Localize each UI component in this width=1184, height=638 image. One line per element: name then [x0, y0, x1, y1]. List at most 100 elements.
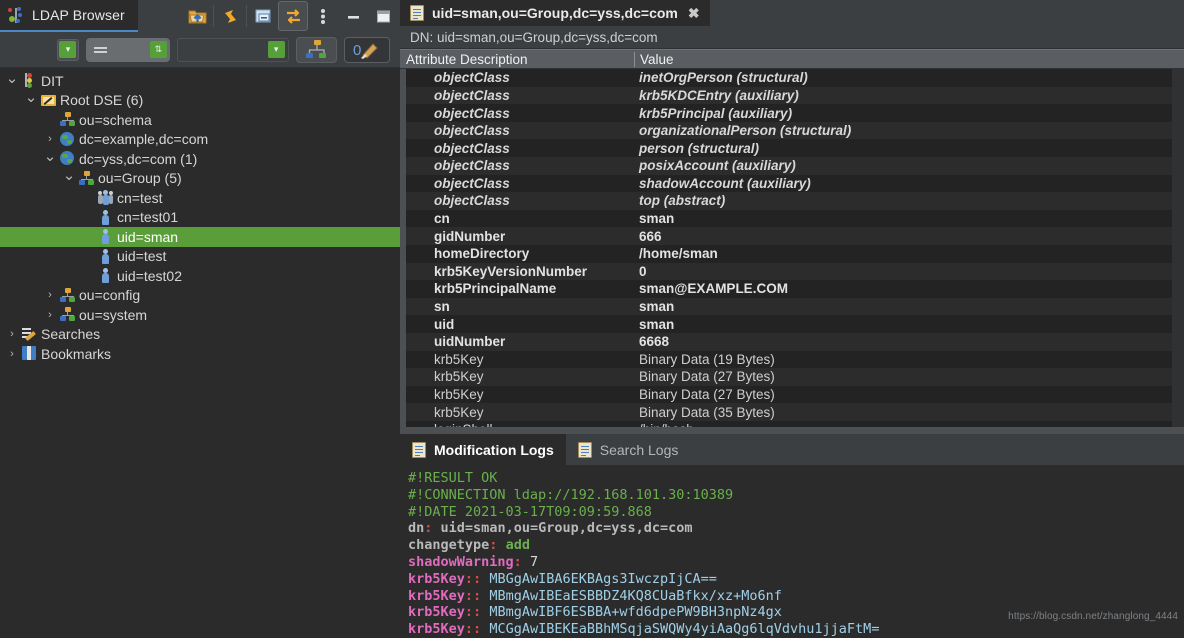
log-line: krb5Key:: MBmgAwIBEaESBBDZ4KQ8CUaBfkx/xz… — [408, 588, 1176, 605]
browser-tab-bar: LDAP Browser — [0, 0, 400, 32]
log-line: dn: uid=sman,ou=Group,dc=yss,dc=com — [408, 520, 1176, 537]
table-row[interactable]: objectClass posixAccount (auxiliary) — [400, 157, 1184, 175]
chevron-down-icon: ▾ — [59, 41, 77, 58]
cell-value: 0 — [639, 263, 647, 279]
chevron-down-icon[interactable]: ⌄ — [42, 148, 58, 168]
tree-item-uid-sman[interactable]: uid=sman — [0, 227, 400, 247]
chevron-right-icon[interactable]: › — [42, 133, 58, 145]
log-icon — [412, 441, 426, 458]
log-key: krb5Key — [408, 570, 465, 587]
tree-item-label: DIT — [41, 72, 64, 89]
chevron-down-icon[interactable]: ⌄ — [61, 167, 77, 187]
table-row[interactable]: objectClass shadowAccount (auxiliary) — [400, 174, 1184, 193]
chevron-right-icon[interactable]: › — [4, 328, 20, 340]
cell-value: sman@EXAMPLE.COM — [639, 281, 788, 297]
table-row[interactable]: krb5KeyVersionNumber 0 — [400, 262, 1184, 281]
maximize-icon[interactable] — [368, 1, 398, 31]
attributes-table-body[interactable]: objectClass inetOrgPerson (structural) obj… — [400, 69, 1184, 428]
table-row[interactable]: loginShell/bin/bash — [400, 420, 1184, 428]
chevron-down-icon[interactable]: ⌄ — [23, 89, 39, 109]
table-row[interactable]: krb5Key Binary Data (27 Bytes) — [400, 368, 1184, 386]
view-menu-icon[interactable] — [308, 1, 338, 31]
table-row[interactable]: objectClass person (structural) — [400, 139, 1184, 157]
tree-item-cn-test[interactable]: cn=test — [0, 188, 400, 208]
table-row[interactable]: krb5Key Binary Data (27 Bytes) — [400, 385, 1184, 404]
tree-item-dc-example-dc-com[interactable]: › dc=example,dc=com — [0, 130, 400, 150]
table-header-row: Attribute Description Value — [400, 49, 1184, 70]
table-row[interactable]: krb5Key Binary Data (19 Bytes) — [400, 350, 1184, 369]
tab-ldap-browser[interactable]: LDAP Browser — [0, 0, 138, 32]
open-connection-icon[interactable] — [182, 1, 212, 31]
table-row[interactable]: uidNumber 6668 — [400, 332, 1184, 351]
tree-item-dit[interactable]: ⌄ DIT — [0, 70, 400, 91]
ou-icon — [77, 170, 95, 186]
table-row[interactable]: homeDirectory/home/sman — [400, 244, 1184, 263]
cell-attribute: uidNumber — [434, 334, 506, 350]
dn-label: DN: uid=sman,ou=Group,dc=yss,dc=com — [400, 26, 1184, 50]
log-colon: : — [513, 554, 522, 571]
tree-item-cn-test01[interactable]: cn=test01 — [0, 208, 400, 228]
show-subtree-button[interactable] — [295, 36, 337, 63]
cell-attribute: gidNumber — [434, 228, 506, 244]
tree-item-uid-test02[interactable]: uid=test02 — [0, 266, 400, 286]
table-row[interactable]: uid sman — [400, 315, 1184, 333]
table-row[interactable]: krb5PrincipalName sman@EXAMPLE.COM — [400, 280, 1184, 298]
table-row[interactable]: objectClass top (abstract) — [400, 192, 1184, 210]
tab-modification-logs[interactable]: Modification Logs — [400, 434, 566, 466]
ou-icon — [58, 307, 76, 322]
tab-search-logs[interactable]: Search Logs — [566, 434, 691, 465]
browser-toolbar — [182, 0, 400, 32]
table-row[interactable]: objectClass krb5Principal (auxiliary) — [400, 104, 1184, 122]
collapse-all-icon[interactable] — [248, 1, 278, 31]
cell-value: posixAccount (auxiliary) — [639, 158, 796, 174]
filter-value-input[interactable]: ▾ — [176, 37, 289, 62]
log-key: changetype — [408, 537, 490, 554]
person-icon — [96, 268, 114, 284]
cell-attribute: krb5Key — [434, 404, 484, 420]
log-key: krb5Key — [408, 621, 465, 638]
table-row[interactable]: objectClass organizationalPerson (structu… — [400, 121, 1184, 140]
link-with-editor-icon[interactable] — [278, 1, 308, 31]
quick-filter-button[interactable]: 0 — [343, 36, 390, 63]
table-row[interactable]: sn sman — [400, 297, 1184, 316]
cell-value: krb5KDCEntry (auxiliary) — [639, 87, 799, 103]
browser-tab-label: LDAP Browser — [32, 7, 125, 23]
chevron-right-icon[interactable]: › — [42, 309, 58, 321]
cell-value: sman — [639, 299, 675, 315]
tree-item-ou-schema[interactable]: ou=schema — [0, 110, 400, 130]
chevron-down-icon[interactable]: ⌄ — [4, 70, 20, 90]
column-header-attribute[interactable]: Attribute Description — [400, 52, 634, 67]
chevron-right-icon[interactable]: › — [4, 348, 20, 360]
filter-operator-combo[interactable]: ⇅ — [85, 37, 170, 62]
tree-item-searches[interactable]: › Searches — [0, 325, 400, 345]
table-row[interactable]: gidNumber 666 — [400, 227, 1184, 245]
tree-item-dc-yss-dc-com-1[interactable]: ⌄ dc=yss,dc=com (1) — [0, 148, 400, 169]
domain-icon — [58, 131, 76, 147]
dit-tree[interactable]: ⌄ DIT ⌄ Root DSE (6) ou=schema › dc=example,dc… — [0, 68, 400, 638]
tree-item-root-dse-6[interactable]: ⌄ Root DSE (6) — [0, 89, 400, 111]
cell-attribute: loginShell — [400, 422, 634, 427]
refresh-icon[interactable] — [215, 1, 245, 31]
minimize-icon[interactable] — [338, 1, 368, 31]
table-vertical-scrollbar[interactable] — [1172, 69, 1184, 428]
tree-item-ou-config[interactable]: › ou=config — [0, 286, 400, 306]
cell-value: krb5Principal (auxiliary) — [639, 105, 793, 121]
filter-scope-dropdown[interactable]: ▾ — [57, 38, 79, 61]
table-row[interactable]: cn sman — [400, 209, 1184, 228]
tab-entry-editor[interactable]: uid=sman,ou=Group,dc=yss,dc=com ✖ — [400, 0, 710, 27]
close-icon[interactable]: ✖ — [688, 5, 700, 22]
table-left-gutter — [400, 69, 406, 428]
log-key: krb5Key — [408, 604, 465, 621]
chevron-right-icon[interactable]: › — [42, 289, 58, 301]
table-row[interactable]: objectClass inetOrgPerson (structural) — [400, 69, 1184, 87]
tree-item-uid-test[interactable]: uid=test — [0, 247, 400, 267]
entry-document-icon — [410, 5, 424, 22]
table-row[interactable]: objectClass krb5KDCEntry (auxiliary) — [400, 86, 1184, 105]
tree-item-ou-system[interactable]: › ou=system — [0, 305, 400, 325]
table-row[interactable]: krb5Key Binary Data (35 Bytes) — [400, 403, 1184, 421]
column-header-value[interactable]: Value — [634, 51, 1184, 67]
logs-pane: Modification Logs Search Logs #!RESULT OK… — [400, 434, 1184, 638]
tree-item-bookmarks[interactable]: › Bookmarks — [0, 344, 400, 364]
cell-value: Binary Data (19 Bytes) — [639, 351, 775, 367]
tree-item-ou-group-5[interactable]: ⌄ ou=Group (5) — [0, 167, 400, 189]
